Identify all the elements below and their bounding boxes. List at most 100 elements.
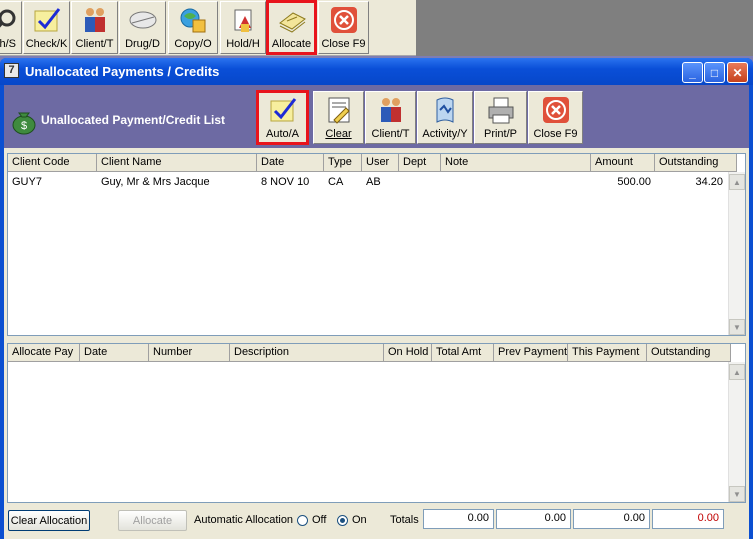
allocation-scrollbar[interactable]: ▲ ▼ [728,362,745,502]
allocation-grid-header: Allocate Pay Date Number Description On … [8,344,731,362]
activity-button[interactable]: Activity/Y [417,91,473,144]
column-header[interactable]: Prev Payment [494,344,568,362]
cell-client-code: GUY7 [12,176,42,188]
clear-button-label: Clear [325,128,352,140]
table-row[interactable]: GUY7 Guy, Mr & Mrs Jacque 8 NOV 10 CA AB… [8,174,727,190]
window-close-button[interactable]: ✕ [727,62,748,83]
total-prev-payment: 0.00 [423,509,494,529]
activity-icon [430,96,460,124]
column-header[interactable]: Amount [591,154,655,172]
people-icon [80,6,110,34]
band-client-button-label: Client/T [371,128,410,140]
minimize-icon: _ [689,65,696,80]
band-close-f9-button-label: Close F9 [533,128,578,140]
column-header[interactable]: Total Amt [432,344,494,362]
checkmark-icon [32,6,62,34]
column-header[interactable]: Outstanding [647,344,731,362]
hold-icon [228,6,258,34]
minimize-button[interactable]: _ [682,62,703,83]
column-header[interactable]: Date [80,344,149,362]
list-header-band: $ Unallocated Payment/Credit List Auto/A… [4,85,749,148]
clear-icon [324,96,354,124]
column-header[interactable]: Number [149,344,230,362]
maximize-button[interactable]: □ [704,62,725,83]
title-bar[interactable]: 7 Unallocated Payments / Credits _ □ ✕ [0,58,753,85]
list-title: Unallocated Payment/Credit List [41,113,226,127]
cell-amount: 500.00 [617,176,651,188]
cell-note [441,174,591,190]
column-header[interactable]: Date [257,154,324,172]
total-outstanding: 0.00 [573,509,650,529]
cell-dept [399,174,441,190]
drug-button-label: Drug/D [125,38,160,50]
scroll-down-arrow-icon[interactable]: ▼ [729,486,745,502]
svg-text:$: $ [21,120,27,132]
payments-grid[interactable]: Client Code Client Name Date Type User D… [7,153,746,336]
activity-button-label: Activity/Y [422,128,468,140]
copy-button[interactable]: Copy/O [168,1,218,54]
scroll-up-arrow-icon[interactable]: ▲ [729,174,745,190]
hold-button[interactable]: Hold/H [220,1,266,54]
band-client-button[interactable]: Client/T [365,91,416,144]
window-client-area: $ Unallocated Payment/Credit List Auto/A… [4,85,749,539]
close-circle-icon [329,6,359,34]
total-this-payment: 0.00 [496,509,571,529]
allocate-button[interactable]: Allocate [266,0,317,55]
people-icon [376,96,406,124]
cell-type: CA [328,176,344,188]
allocate-footer-button[interactable]: Allocate [118,510,187,531]
column-header[interactable]: Outstanding [655,154,737,172]
auto-allocation-on-radio[interactable] [337,515,348,526]
column-header[interactable]: This Payment [568,344,647,362]
check-button[interactable]: Check/K [23,1,70,54]
print-button[interactable]: Print/P [474,91,527,144]
search-button[interactable]: ch/S [0,1,22,54]
hold-button-label: Hold/H [226,38,260,50]
app-icon: 7 [4,63,19,78]
column-header[interactable]: Note [441,154,591,172]
band-close-f9-button[interactable]: Close F9 [528,91,583,144]
off-label: Off [312,514,327,526]
allocation-grid[interactable]: Allocate Pay Date Number Description On … [7,343,746,503]
allocate-icon [277,6,307,34]
column-header[interactable]: Type [324,154,362,172]
search-icon [0,6,20,34]
background-area [416,0,753,56]
drug-button[interactable]: Drug/D [119,1,166,54]
unallocated-payments-window: 7 Unallocated Payments / Credits _ □ ✕ $… [0,58,753,539]
maximize-icon: □ [710,65,719,80]
column-header[interactable]: Allocate Pay [8,344,80,362]
auto-allocation-off-radio[interactable] [297,515,308,526]
close-f9-button-label: Close F9 [321,38,366,50]
column-header[interactable]: Client Name [97,154,257,172]
checkmark-icon [268,96,298,124]
cell-outstanding: 34.20 [695,176,723,188]
column-header[interactable]: On Hold [384,344,432,362]
totals-label: Totals [390,514,419,526]
clear-allocation-button[interactable]: Clear Allocation [8,510,90,531]
payments-scrollbar[interactable]: ▲ ▼ [728,172,745,335]
scroll-down-arrow-icon[interactable]: ▼ [729,319,745,335]
payments-grid-header: Client Code Client Name Date Type User D… [8,154,737,172]
close-f9-button[interactable]: Close F9 [318,1,369,54]
clear-button[interactable]: Clear [313,91,364,144]
cell-client-name: Guy, Mr & Mrs Jacque [101,176,210,188]
on-label: On [352,514,367,526]
cell-date: 8 NOV 10 [261,176,310,188]
scroll-up-arrow-icon[interactable]: ▲ [729,364,745,380]
window-title: Unallocated Payments / Credits [25,64,220,79]
clear-allocation-label: Clear Allocation [10,514,88,527]
client-button[interactable]: Client/T [71,1,118,54]
column-header[interactable]: Dept [399,154,441,172]
column-header[interactable]: Client Code [8,154,97,172]
allocate-footer-label: Allocate [132,514,173,527]
column-header[interactable]: Description [230,344,384,362]
auto-button[interactable]: Auto/A [256,90,309,145]
column-header[interactable]: User [362,154,399,172]
client-button-label: Client/T [75,38,114,50]
pill-icon [128,6,158,34]
total-balance: 0.00 [652,509,724,529]
allocate-button-label: Allocate [271,38,312,50]
printer-icon [486,96,516,124]
copy-icon [178,6,208,34]
